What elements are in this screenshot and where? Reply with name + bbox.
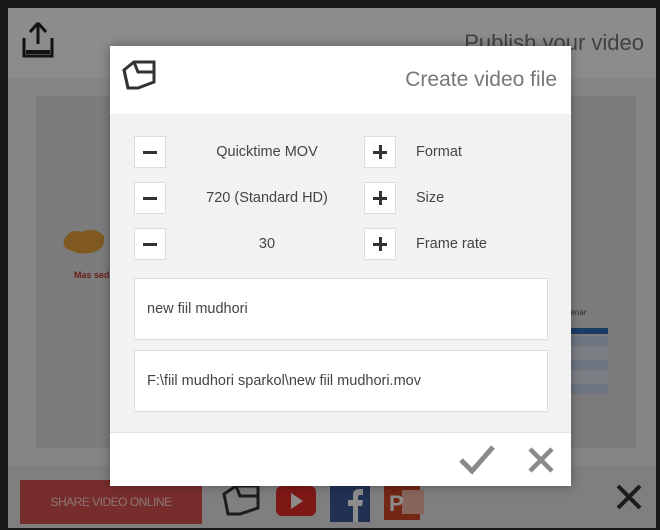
plus-icon-vertical (378, 237, 382, 251)
frame-rate-value: 30 (258, 236, 276, 252)
size-value: 720 (Standard HD) (206, 190, 328, 206)
plus-icon-vertical (378, 145, 382, 159)
format-increase-button[interactable] (364, 136, 396, 168)
minus-icon (143, 242, 157, 246)
frame-rate-row: 30 Frame rate (134, 228, 554, 262)
create-video-dialog: Create video file Quicktime MOV Format 7… (110, 46, 571, 486)
cancel-close-icon[interactable] (526, 445, 556, 475)
size-row: 720 (Standard HD) Size (134, 182, 554, 216)
size-decrease-button[interactable] (134, 182, 166, 214)
sparkol-logo-icon (120, 56, 160, 98)
frame-rate-increase-button[interactable] (364, 228, 396, 260)
frame-rate-decrease-button[interactable] (134, 228, 166, 260)
file-name-field[interactable]: new fiil mudhori (134, 278, 548, 340)
dialog-header: Create video file (110, 46, 571, 114)
checkmark-icon[interactable] (458, 443, 496, 475)
size-label: Size (416, 190, 445, 206)
size-increase-button[interactable] (364, 182, 396, 214)
dialog-footer (110, 432, 571, 486)
frame-rate-label: Frame rate (416, 236, 487, 252)
dialog-body: Quicktime MOV Format 720 (Standard HD) S… (110, 114, 571, 432)
minus-icon (143, 150, 157, 154)
format-row: Quicktime MOV Format (134, 136, 554, 170)
dialog-title: Create video file (405, 68, 557, 91)
format-label: Format (416, 144, 462, 160)
format-value: Quicktime MOV (216, 144, 318, 160)
format-decrease-button[interactable] (134, 136, 166, 168)
file-path-field[interactable]: F:\fiil mudhori sparkol\new fiil mudhori… (134, 350, 548, 412)
minus-icon (143, 196, 157, 200)
plus-icon-vertical (378, 191, 382, 205)
